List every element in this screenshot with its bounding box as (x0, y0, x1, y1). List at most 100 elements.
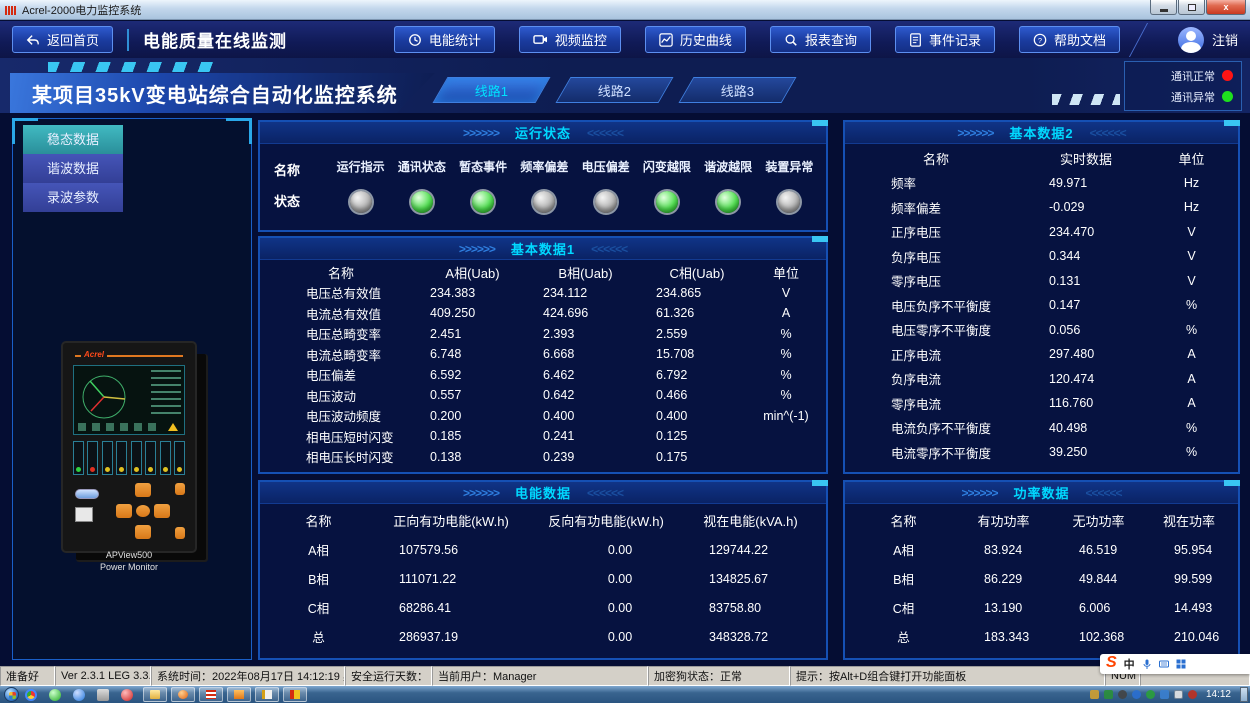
app-icon-red[interactable] (121, 689, 133, 701)
status-indicator: 通讯状态 (391, 148, 452, 228)
legend-row-abnormal: 通讯异常 (1125, 89, 1233, 105)
tray-shield-icon[interactable] (1146, 690, 1155, 699)
taskbar-app-editor[interactable] (255, 687, 279, 702)
line-tab[interactable]: 线路2 (555, 77, 673, 103)
sogou-logo[interactable]: S (1106, 654, 1117, 672)
table-row: 相电压短时闪变 0.185 0.241 0.125 (266, 426, 820, 447)
power-data-panel: >>>>>> 功率数据 <<<<<< 名称 有功功率 无功功率 视在功率 A相 … (843, 480, 1240, 660)
table-row: 电流零序不平衡度 39.250 % (851, 440, 1232, 465)
table-row: A相 107579.56 0.00 129744.22 (266, 535, 820, 564)
minimize-button[interactable] (1150, 0, 1177, 15)
device-model-label: APView500 Power Monitor (63, 549, 195, 573)
sogou-input-bar: S 中 (1100, 654, 1250, 674)
run-status-status-label: 状态 (274, 191, 330, 210)
basic-data2-title: 基本数据2 (1009, 123, 1073, 142)
legend-abnormal-dot (1222, 91, 1233, 102)
status-system-time: 系统时间：2022年08月17日 14:12:19 星期三 (151, 666, 345, 686)
legend-row-normal: 通讯正常 (1125, 68, 1233, 84)
logout-button[interactable]: 注销 (1178, 27, 1238, 53)
legend-normal-label: 通讯正常 (1171, 68, 1215, 84)
sogou-lang-mode[interactable]: 中 (1124, 656, 1135, 672)
video-camera-icon (533, 33, 548, 46)
messenger-icon[interactable] (49, 689, 61, 701)
power-data-header: >>>>>> 功率数据 <<<<<< (845, 482, 1238, 504)
tray-bluetooth-icon[interactable] (1132, 690, 1141, 699)
table-row: 总 183.343 102.368 210.046 (851, 622, 1232, 651)
sidebar-item[interactable]: 谐波数据 (23, 154, 123, 183)
tray-network-icon[interactable] (1174, 690, 1183, 699)
device-warning-icon (168, 423, 178, 431)
taskbar-firefox[interactable] (171, 687, 195, 702)
sidebar-item[interactable]: 稳态数据 (23, 125, 123, 154)
deco-right: <<<<<< (591, 242, 627, 256)
deco-left: >>>>>> (459, 242, 495, 256)
line-tab[interactable]: 线路1 (432, 77, 550, 103)
page-title: 电能质量在线监测 (143, 27, 287, 52)
station-title: 某项目35kV变电站综合自动化监控系统 (32, 79, 398, 108)
tray-icon-1[interactable] (1090, 690, 1099, 699)
user-avatar-icon (1178, 27, 1204, 53)
deco-right: <<<<<< (1086, 486, 1122, 500)
toolbox-icon[interactable] (1176, 659, 1186, 669)
taskbar-explorer[interactable] (143, 687, 167, 702)
nav-button-report-query[interactable]: 报表查询 (770, 26, 871, 53)
nav-button-event-record[interactable]: 事件记录 (895, 26, 995, 53)
status-led (472, 191, 494, 213)
sidebar-item[interactable]: 录波参数 (23, 183, 123, 212)
tray-icon-4[interactable] (1160, 690, 1169, 699)
tray-volume-icon[interactable] (1188, 690, 1197, 699)
deco-right: <<<<<< (587, 126, 623, 140)
close-icon: x (1223, 3, 1228, 12)
mic-icon[interactable] (1142, 659, 1152, 669)
taskbar-acrel-app[interactable] (199, 687, 223, 702)
status-safe-days: 安全运行天数： 80 (345, 666, 432, 686)
nav-button-help-doc[interactable]: ? 帮助文档 (1019, 26, 1120, 53)
deco-left: >>>>>> (463, 126, 499, 140)
table-row: C相 68286.41 0.00 83758.80 (266, 593, 820, 622)
start-button[interactable] (4, 687, 19, 702)
chrome-icon[interactable] (25, 689, 37, 701)
nav-button-energy-statistics[interactable]: 电能统计 (394, 26, 495, 53)
nav-diagonal-divider (1129, 23, 1181, 57)
energy-data-title: 电能数据 (515, 483, 571, 502)
nav-button-label: 电能统计 (429, 30, 481, 49)
deco-left: >>>>>> (961, 486, 997, 500)
table-row: 电压零序不平衡度 0.056 % (851, 318, 1232, 343)
taskbar-clock[interactable]: 14:12 (1206, 689, 1231, 700)
close-button[interactable]: x (1206, 0, 1246, 15)
nav-divider (127, 29, 129, 51)
nav-button-history-curve[interactable]: 历史曲线 (645, 26, 746, 53)
back-home-button[interactable]: 返回首页 (12, 26, 113, 53)
device-brand: Acrel (75, 355, 183, 363)
basic-data2-header: >>>>>> 基本数据2 <<<<<< (845, 122, 1238, 144)
aero-peek-button[interactable] (1240, 687, 1248, 702)
status-led (350, 191, 372, 213)
ie-icon[interactable] (73, 689, 85, 701)
top-navbar: 返回首页 电能质量在线监测 电能统计 视频监控 历史曲线 报表查询 (0, 21, 1250, 58)
nav-button-video-monitor[interactable]: 视频监控 (519, 26, 621, 53)
header-band: 某项目35kV变电站综合自动化监控系统 线路1 线路2 线路3 通讯正常 通讯异… (0, 58, 1250, 113)
energy-data-header: >>>>>> 电能数据 <<<<<< (260, 482, 826, 504)
restore-icon (1188, 4, 1196, 11)
tray-icon-3[interactable] (1118, 690, 1127, 699)
app-icon-gray[interactable] (97, 689, 109, 701)
run-status-panel: >>>>>> 运行状态 <<<<<< 名称 状态 运行指示 通讯状态 暂态事件 (258, 120, 828, 232)
table-row: 负序电流 120.474 A (851, 367, 1232, 392)
tray-icon-2[interactable] (1104, 690, 1113, 699)
taskbar-app-media[interactable] (283, 687, 307, 702)
legend-abnormal-label: 通讯异常 (1171, 89, 1215, 105)
status-version: Ver 2.3.1 LEG 3.3.18 (55, 666, 151, 686)
status-led (656, 191, 678, 213)
table-row: 电压负序不平衡度 0.147 % (851, 293, 1232, 318)
basic-data1-panel: >>>>>> 基本数据1 <<<<<< 名称 A相(Uab) B相(Uab) C… (258, 236, 828, 474)
table-row: 频率 49.971 Hz (851, 171, 1232, 196)
table-row: 电压波动频度 0.200 0.400 0.400 min^(-1) (266, 406, 820, 427)
power-data-title: 功率数据 (1013, 483, 1069, 502)
line-tab[interactable]: 线路3 (678, 77, 796, 103)
taskbar-app-orange[interactable] (227, 687, 251, 702)
curve-chart-icon (659, 33, 673, 47)
restore-button[interactable] (1178, 0, 1205, 15)
line-tabs: 线路1 线路2 线路3 (440, 77, 789, 103)
keyboard-icon[interactable] (1159, 659, 1169, 669)
device-keypad (109, 483, 187, 539)
